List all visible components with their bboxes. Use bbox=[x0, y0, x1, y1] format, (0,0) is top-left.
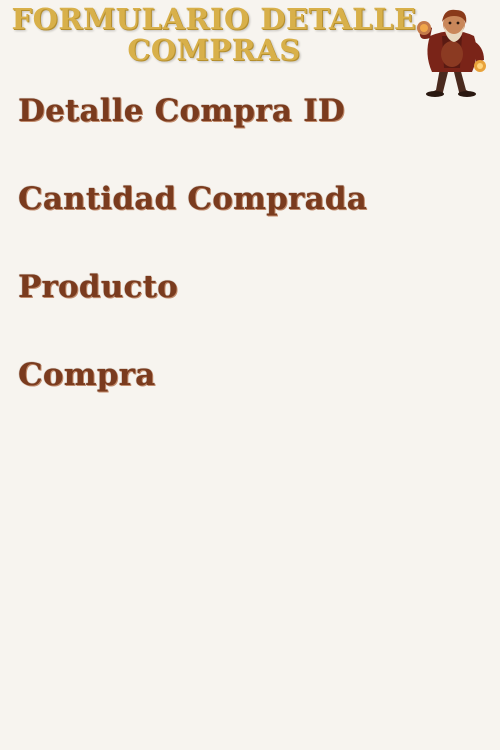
bearded-mascot-icon bbox=[417, 9, 486, 97]
field-label-detalle-compra-id: Detalle Compra ID bbox=[18, 93, 345, 129]
page-header: FORMULARIO DETALLE COMPRAS bbox=[0, 0, 500, 97]
field-label-compra: Compra bbox=[18, 357, 156, 393]
page-title-line-1: FORMULARIO DETALLE bbox=[11, 2, 417, 36]
page-title: FORMULARIO DETALLE COMPRAS bbox=[0, 4, 428, 66]
field-label-producto: Producto bbox=[18, 269, 179, 305]
page-title-line-2: COMPRAS bbox=[127, 33, 301, 67]
form-page: FORMULARIO DETALLE COMPRAS Detalle Compr… bbox=[0, 0, 500, 750]
form-fields: Detalle Compra ID Cantidad Comprada Prod… bbox=[18, 86, 488, 438]
field-label-cantidad-comprada: Cantidad Comprada bbox=[18, 181, 368, 217]
